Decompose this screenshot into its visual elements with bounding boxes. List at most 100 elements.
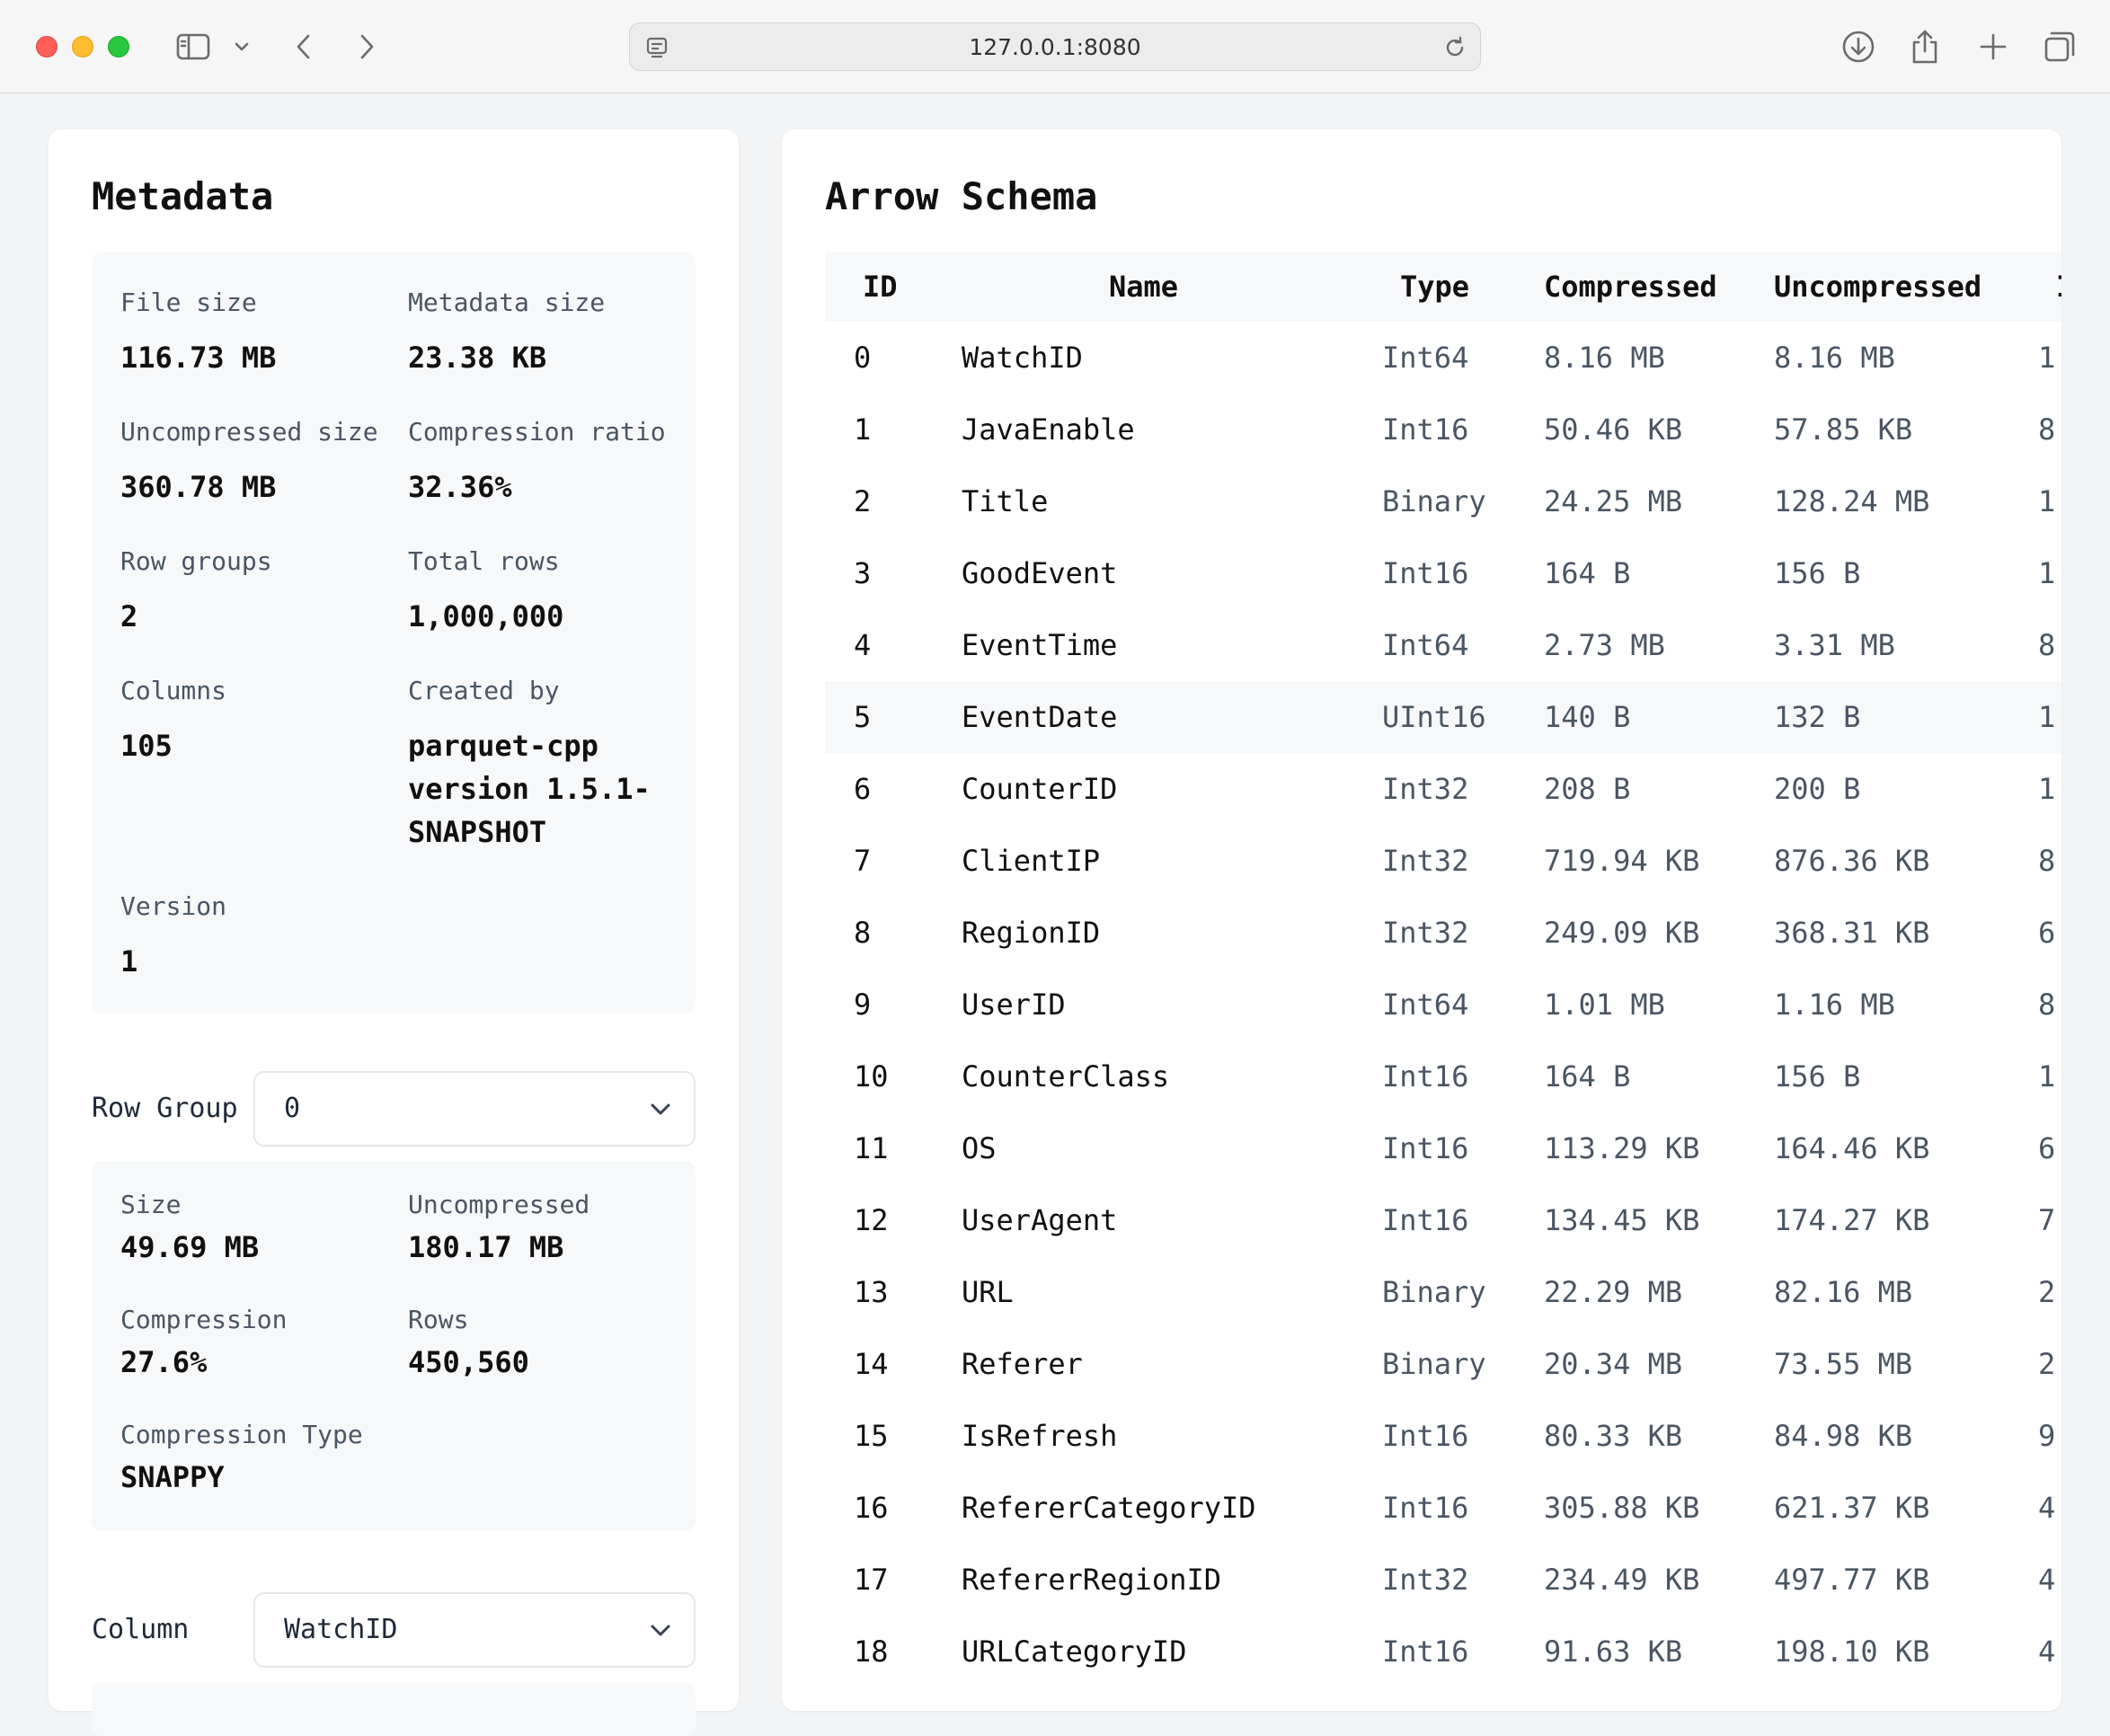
cell-uncompressed: 621.37 KB xyxy=(1774,1491,1930,1525)
rg-compression-type-value: SNAPPY xyxy=(120,1460,225,1494)
cell-type: Binary xyxy=(1382,484,1486,518)
cell-id: 9 xyxy=(854,988,872,1022)
cell-type: UInt16 xyxy=(1382,700,1486,734)
table-row[interactable]: 0 WatchID Int64 8.16 MB 8.16 MB 1( xyxy=(825,322,2061,394)
chevron-down-icon xyxy=(647,1096,674,1127)
table-row[interactable]: 13 URL Binary 22.29 MB 82.16 MB 2 xyxy=(825,1256,2061,1328)
address-bar[interactable]: 127.0.0.1:8080 xyxy=(629,22,1481,71)
table-row[interactable]: 4 EventTime Int64 2.73 MB 3.31 MB 8 xyxy=(825,609,2061,681)
cell-name: Title xyxy=(962,484,1049,518)
cell-name: ClientIP xyxy=(962,844,1101,878)
cell-type: Int16 xyxy=(1382,1131,1469,1165)
row-group-select-value: 0 xyxy=(284,1093,301,1124)
table-row[interactable]: 15 IsRefresh Int16 80.33 KB 84.98 KB 9 xyxy=(825,1400,2061,1472)
cell-name: JavaEnable xyxy=(962,412,1135,447)
cell-id: 13 xyxy=(854,1275,889,1309)
table-row[interactable]: 3 GoodEvent Int16 164 B 156 B 1( xyxy=(825,537,2061,609)
created-by-line-2: version 1.5.1- xyxy=(408,772,651,806)
row-group-select[interactable]: 0 xyxy=(253,1071,696,1147)
cell-extra: 8 xyxy=(2038,628,2056,662)
uncompressed-size-value: 360.78 MB xyxy=(120,470,277,504)
table-row[interactable]: 9 UserID Int64 1.01 MB 1.16 MB 8 xyxy=(825,969,2061,1041)
cell-extra: 1( xyxy=(2038,556,2061,590)
cell-id: 8 xyxy=(854,916,872,950)
table-row[interactable]: 12 UserAgent Int16 134.45 KB 174.27 KB 7 xyxy=(825,1184,2061,1256)
table-row[interactable]: 16 RefererCategoryID Int16 305.88 KB 621.37 … xyxy=(825,1472,2061,1544)
cell-id: 1 xyxy=(854,412,872,447)
table-row[interactable]: 2 Title Binary 24.25 MB 128.24 MB 1 xyxy=(825,465,2061,537)
back-arrow-icon[interactable] xyxy=(286,27,322,66)
cell-type: Int16 xyxy=(1382,412,1469,447)
download-icon[interactable] xyxy=(1839,27,1878,66)
cell-uncompressed: 876.36 KB xyxy=(1774,844,1930,878)
file-metadata-panel: File size 116.73 MB Metadata size 23.38 … xyxy=(92,252,696,1014)
created-by-label: Created by xyxy=(408,676,560,705)
cell-compressed: 24.25 MB xyxy=(1544,484,1683,518)
zoom-window-button[interactable] xyxy=(108,36,129,58)
cell-id: 7 xyxy=(854,844,872,878)
cell-extra: 2 xyxy=(2038,1275,2056,1309)
cell-uncompressed: 84.98 KB xyxy=(1774,1419,1913,1453)
rg-size-label: Size xyxy=(120,1190,182,1219)
cell-extra: 7 xyxy=(2038,1203,2056,1237)
table-row[interactable]: 18 URLCategoryID Int16 91.63 KB 198.10 KB 4 xyxy=(825,1616,2061,1687)
cell-extra: 4 xyxy=(2038,1491,2056,1525)
minimize-window-button[interactable] xyxy=(72,36,93,58)
total-rows-value: 1,000,000 xyxy=(408,599,564,633)
rg-size-value: 49.69 MB xyxy=(120,1230,260,1264)
header-id: ID xyxy=(863,270,898,304)
chevron-down-icon xyxy=(647,1617,674,1648)
table-row[interactable]: 17 RefererRegionID Int32 234.49 KB 497.77 KB… xyxy=(825,1544,2061,1616)
cell-uncompressed: 198.10 KB xyxy=(1774,1634,1930,1669)
sidebar-toggle-icon[interactable] xyxy=(171,27,216,66)
share-icon[interactable] xyxy=(1905,27,1945,66)
table-row[interactable]: 6 CounterID Int32 208 B 200 B 1( xyxy=(825,753,2061,825)
column-select[interactable]: WatchID xyxy=(253,1592,696,1668)
cell-name: CounterID xyxy=(962,772,1118,806)
cell-extra: 1 xyxy=(2038,484,2056,518)
header-name: Name xyxy=(1109,270,1179,304)
cell-extra: 9 xyxy=(2038,1419,2056,1453)
cell-compressed: 234.49 KB xyxy=(1544,1563,1700,1597)
new-tab-icon[interactable] xyxy=(1973,27,2013,66)
cell-uncompressed: 3.31 MB xyxy=(1774,628,1895,662)
cell-uncompressed: 164.46 KB xyxy=(1774,1131,1930,1165)
metadata-card: Metadata File size 116.73 MB Metadata si… xyxy=(49,129,739,1736)
rg-compression-type-label: Compression Type xyxy=(120,1420,363,1449)
cell-type: Int16 xyxy=(1382,1059,1469,1094)
total-rows-label: Total rows xyxy=(408,546,560,576)
table-row[interactable]: 14 Referer Binary 20.34 MB 73.55 MB 2 xyxy=(825,1328,2061,1400)
cell-name: GoodEvent xyxy=(962,556,1118,590)
cell-compressed: 164 B xyxy=(1544,556,1631,590)
table-row[interactable]: 10 CounterClass Int16 164 B 156 B 1( xyxy=(825,1041,2061,1112)
cell-extra: 4 xyxy=(2038,1634,2056,1669)
version-label: Version xyxy=(120,891,227,921)
table-row[interactable]: 11 OS Int16 113.29 KB 164.46 KB 6 xyxy=(825,1112,2061,1184)
cell-id: 17 xyxy=(854,1563,889,1597)
cell-name: WatchID xyxy=(962,341,1083,375)
cell-uncompressed: 57.85 KB xyxy=(1774,412,1913,447)
cell-id: 14 xyxy=(854,1347,889,1381)
file-size-label: File size xyxy=(120,288,257,317)
reload-icon[interactable] xyxy=(1442,35,1467,64)
cell-id: 18 xyxy=(854,1634,889,1669)
header-uncompressed: Uncompressed xyxy=(1774,270,1982,304)
cell-extra: 8 xyxy=(2038,844,2056,878)
cell-id: 5 xyxy=(854,700,872,734)
cell-uncompressed: 73.55 MB xyxy=(1774,1347,1913,1381)
table-row[interactable]: 5 EventDate UInt16 140 B 132 B 1( xyxy=(825,681,2061,753)
table-row[interactable]: 1 JavaEnable Int16 50.46 KB 57.85 KB 8 xyxy=(825,394,2061,465)
cell-type: Int64 xyxy=(1382,988,1469,1022)
cell-type: Int16 xyxy=(1382,1491,1469,1525)
forward-arrow-icon[interactable] xyxy=(349,27,385,66)
cell-uncompressed: 368.31 KB xyxy=(1774,916,1930,950)
close-window-button[interactable] xyxy=(36,36,58,58)
chevron-down-icon[interactable] xyxy=(228,27,255,66)
cell-compressed: 208 B xyxy=(1544,772,1631,806)
cell-name: URLCategoryID xyxy=(962,1634,1187,1669)
tab-overview-icon[interactable] xyxy=(2040,27,2079,66)
cell-type: Int16 xyxy=(1382,1203,1469,1237)
table-row[interactable]: 7 ClientIP Int32 719.94 KB 876.36 KB 8 xyxy=(825,825,2061,897)
schema-table-header: ID Name Type Compressed Uncompressed I xyxy=(825,252,2061,322)
table-row[interactable]: 8 RegionID Int32 249.09 KB 368.31 KB 6 xyxy=(825,897,2061,969)
